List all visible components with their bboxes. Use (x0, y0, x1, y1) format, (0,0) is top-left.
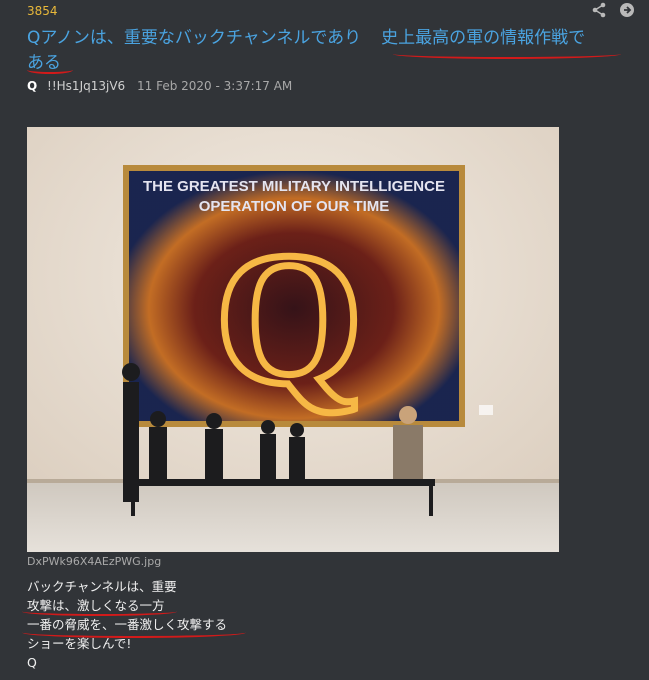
body-line-1: バックチャンネルは、重要 (27, 579, 177, 594)
author-name: Q (27, 79, 38, 93)
arrow-right-circle-icon[interactable] (619, 2, 635, 22)
title-part-2: 史上最高の軍の情報作戦で (381, 28, 586, 48)
post-body: バックチャンネルは、重要 攻撃は、激しくなる一方 一番の脅威を、一番激しく攻撃す… (27, 577, 227, 672)
painting-letter: Q (215, 214, 363, 424)
share-icon[interactable] (591, 2, 607, 22)
title-part-1: Qアノンは、重要なバックチャンネルであり (27, 28, 362, 48)
post-image[interactable]: THE GREATEST MILITARY INTELLIGENCE OPERA… (27, 127, 559, 552)
post-number[interactable]: 3854 (27, 4, 58, 18)
painting-caption-line-2: OPERATION OF OUR TIME (199, 198, 390, 215)
body-underline-2 (22, 627, 246, 638)
image-filename[interactable]: DxPWk96X4AEzPWG.jpg (27, 555, 161, 568)
painting-caption-line-1: THE GREATEST MILITARY INTELLIGENCE (143, 178, 445, 195)
post-actions (591, 2, 635, 22)
body-line-5: Q (27, 655, 37, 670)
body-underline-1 (22, 607, 177, 616)
post-date: 11 Feb 2020 - 3:37:17 AM (137, 79, 293, 93)
bench (127, 479, 435, 486)
title-underline-2 (27, 66, 73, 74)
post-meta: Q !!Hs1Jq13jV6 11 Feb 2020 - 3:37:17 AM (27, 79, 292, 93)
tripcode: !!Hs1Jq13jV6 (47, 79, 126, 93)
title-underline-1 (393, 49, 621, 59)
